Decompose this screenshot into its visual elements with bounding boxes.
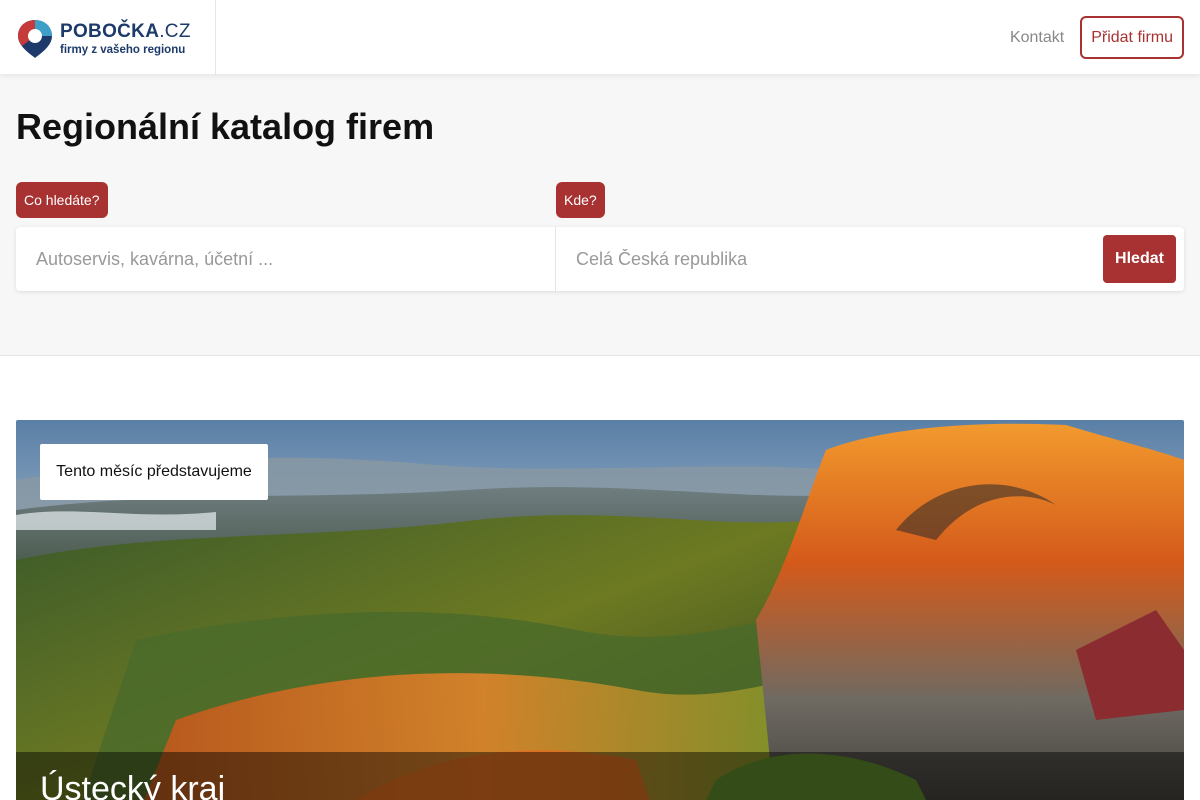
featured-caption-bar: Ústecký kraj	[16, 752, 1184, 800]
map-pin-icon	[18, 20, 52, 58]
add-company-button[interactable]: Přidat firmu	[1080, 16, 1184, 59]
where-label-badge: Kde?	[556, 182, 605, 218]
featured-region-card[interactable]: Tento měsíc představujeme Ústecký kraj	[16, 420, 1184, 800]
logo-cell: POBOČKA.CZ firmy z vašeho regionu	[0, 0, 216, 74]
site-header: POBOČKA.CZ firmy z vašeho regionu Kontak…	[0, 0, 1200, 74]
search-where-cell: Hledat	[556, 227, 1184, 291]
where-search-input[interactable]	[576, 227, 1056, 291]
page-title: Regionální katalog firem	[16, 106, 435, 147]
search-what-cell	[16, 227, 556, 291]
search-button[interactable]: Hledat	[1103, 235, 1176, 283]
nav-link-contact[interactable]: Kontakt	[1010, 29, 1064, 47]
logo-wordmark: POBOČKA.CZ	[60, 20, 191, 42]
what-label-badge: Co hledáte?	[16, 182, 108, 218]
featured-badge: Tento měsíc představujeme	[40, 444, 268, 500]
site-logo[interactable]: POBOČKA.CZ firmy z vašeho regionu	[16, 18, 191, 60]
logo-text: POBOČKA.CZ firmy z vašeho regionu	[60, 20, 191, 57]
top-nav: Kontakt Přidat firmu	[1010, 16, 1184, 59]
what-search-input[interactable]	[36, 227, 516, 291]
logo-tagline: firmy z vašeho regionu	[60, 43, 186, 56]
featured-region-title[interactable]: Ústecký kraj	[40, 770, 225, 800]
search-hero: Regionální katalog firem Co hledáte? Kde…	[0, 74, 1200, 356]
search-bar: Hledat	[16, 227, 1184, 291]
